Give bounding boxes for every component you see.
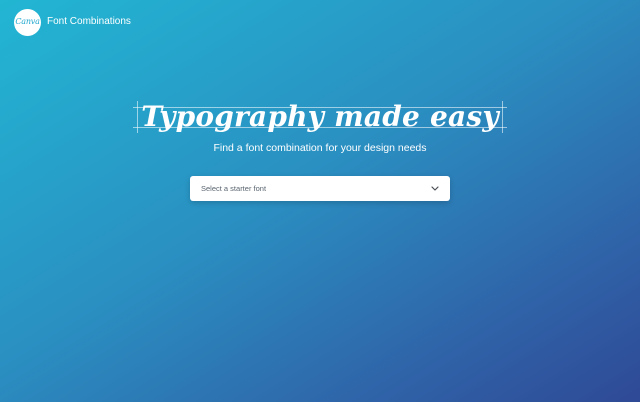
guide-line: [133, 127, 507, 128]
select-placeholder: Select a starter font: [201, 184, 267, 193]
site-title-link[interactable]: Font Combinations: [47, 17, 131, 27]
page-headline: Typography made easy: [141, 100, 499, 133]
guide-line: [133, 107, 507, 108]
guide-line: [137, 101, 139, 133]
logo-text: Canva: [15, 17, 40, 26]
hero-section: Typography made easy Find a font combina…: [0, 95, 640, 155]
guide-line: [501, 101, 503, 133]
starter-font-select[interactable]: Select a starter font: [190, 176, 450, 201]
site-header: Canva Font Combinations: [14, 8, 131, 36]
canva-logo[interactable]: Canva: [14, 8, 41, 36]
chevron-down-icon: [430, 184, 440, 194]
page-subheadline: Find a font combination for your design …: [213, 142, 427, 154]
headline-wrapper: Typography made easy: [133, 95, 507, 139]
